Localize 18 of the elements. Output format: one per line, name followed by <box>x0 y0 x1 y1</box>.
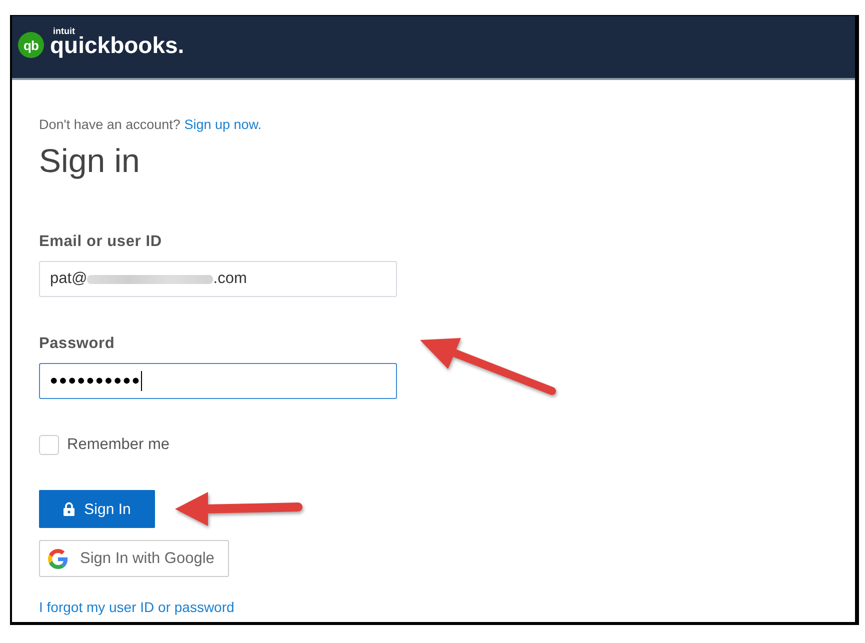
sign-up-link[interactable]: Sign up now. <box>184 117 262 132</box>
google-g-icon <box>48 548 68 568</box>
logo-small-text: intuit <box>53 27 75 36</box>
lock-icon <box>63 502 76 516</box>
page-title: Sign in <box>39 142 140 180</box>
forgot-credentials-link[interactable]: I forgot my user ID or password <box>39 599 234 615</box>
logo-wordmark: quickbooks. <box>50 34 184 57</box>
field-label: Email or user ID <box>39 232 162 251</box>
field-label: Password <box>39 334 115 353</box>
checkbox[interactable] <box>39 435 59 455</box>
sign-in-button[interactable]: Sign In <box>39 490 155 528</box>
signup-prompt: Don't have an account? Sign up now. <box>39 116 262 133</box>
input-field[interactable]: pat@ .com <box>39 261 397 297</box>
google-sign-in-button[interactable]: Sign In with Google <box>39 540 229 577</box>
input-field[interactable]: •••••••••• <box>39 363 397 399</box>
checkbox-label: Remember me <box>67 436 170 454</box>
text-cursor <box>141 371 142 391</box>
logo-mark: qb <box>18 32 44 58</box>
